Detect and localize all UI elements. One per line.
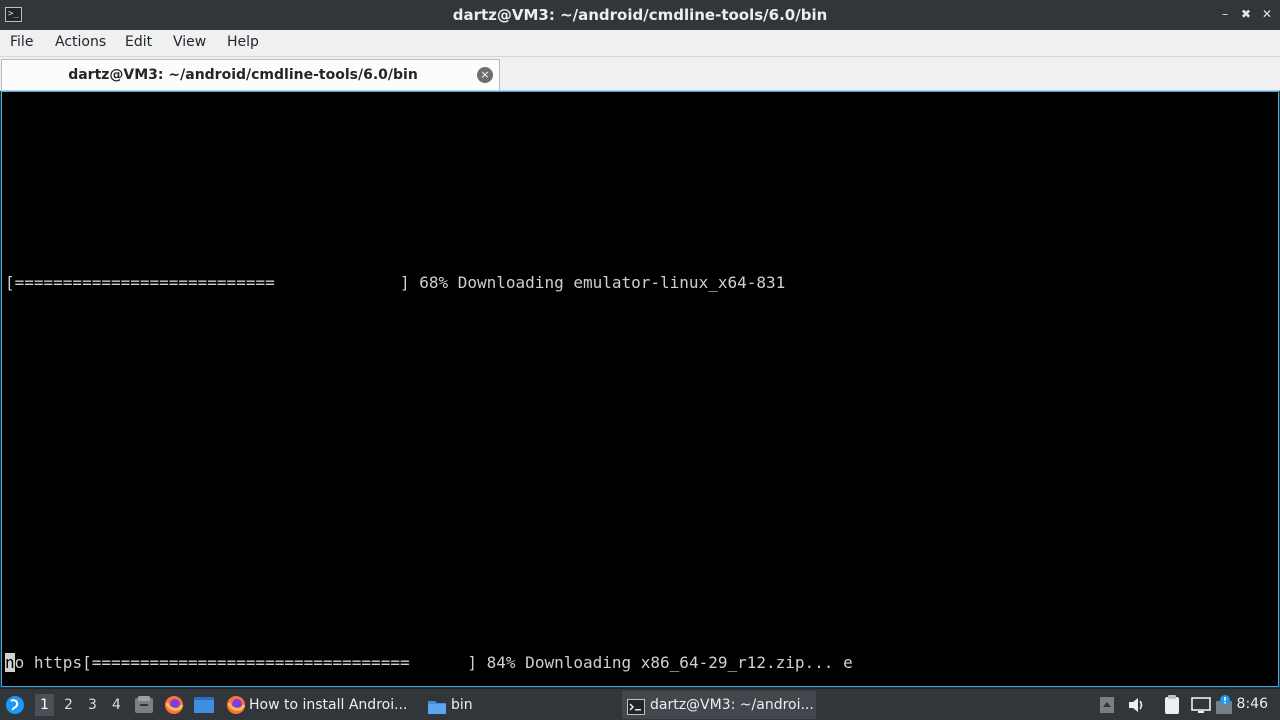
menu-edit[interactable]: Edit [125,34,152,50]
text-cursor: n [5,653,15,672]
terminal-line-text: o https[================================… [14,653,853,672]
desktop-2-button[interactable]: 2 [64,697,73,713]
volume-icon[interactable] [1127,696,1146,714]
menu-file[interactable]: File [10,34,33,50]
task-files-label: bin [451,697,473,713]
tray-expand-icon[interactable] [1099,696,1115,714]
menu-view[interactable]: View [173,34,206,50]
file-manager-launcher-icon[interactable] [134,696,154,714]
task-files-window[interactable]: bin [422,691,616,719]
terminal-tab[interactable]: dartz@VM3: ~/android/cmdline-tools/6.0/b… [1,59,500,90]
task-firefox-label: How to install Androi... [249,697,408,713]
maximize-button[interactable]: ✖ [1239,6,1253,22]
clipboard-icon[interactable] [1163,695,1181,715]
desktop-4-button[interactable]: 4 [112,697,121,713]
terminal-line-system-image-progress: no https[===============================… [5,653,853,673]
terminal-output[interactable]: [=========================== ] 68% Downl… [1,91,1279,687]
window-title: dartz@VM3: ~/android/cmdline-tools/6.0/b… [452,6,828,24]
tab-close-icon[interactable]: × [477,67,493,83]
start-menu-icon[interactable] [5,695,25,715]
tab-label: dartz@VM3: ~/android/cmdline-tools/6.0/b… [68,67,418,83]
tab-bar: dartz@VM3: ~/android/cmdline-tools/6.0/b… [0,57,1280,91]
menu-actions[interactable]: Actions [55,34,106,50]
minimize-button[interactable]: – [1218,6,1232,22]
firefox-icon [226,695,246,715]
menu-bar: File Actions Edit View Help [0,30,1280,57]
window-titlebar: >_ dartz@VM3: ~/android/cmdline-tools/6.… [0,0,1280,30]
task-terminal-label: dartz@VM3: ~/androi... [650,697,814,713]
task-firefox-window[interactable]: How to install Androi... [222,691,414,719]
firefox-launcher-icon[interactable] [164,695,184,715]
close-button[interactable]: ✕ [1260,6,1274,22]
menu-help[interactable]: Help [227,34,259,50]
task-terminal-window[interactable]: dartz@VM3: ~/androi... [622,691,816,719]
taskbar-clock[interactable]: 8:46 [1237,696,1268,712]
taskbar: 1 2 3 4 How to install Androi... bin dar… [0,688,1280,720]
network-update-icon[interactable] [1215,694,1233,715]
desktop-1-button[interactable]: 1 [35,694,54,716]
terminal-icon [627,697,645,715]
display-icon[interactable] [1191,697,1211,714]
folder-icon [427,697,447,714]
show-desktop-icon[interactable] [193,696,215,714]
terminal-line-emulator-progress: [=========================== ] 68% Downl… [5,273,786,292]
desktop-3-button[interactable]: 3 [88,697,97,713]
